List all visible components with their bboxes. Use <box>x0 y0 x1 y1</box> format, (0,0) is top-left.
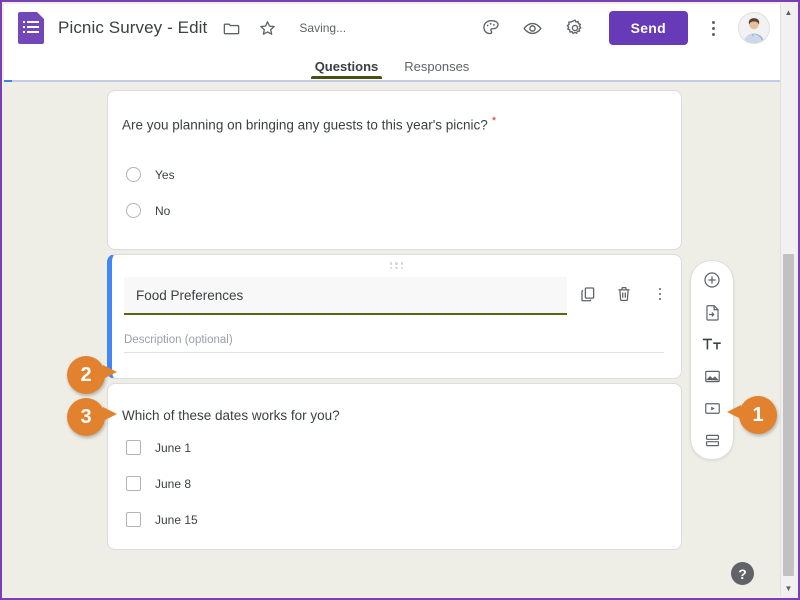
add-item-toolbar <box>690 260 734 460</box>
option-row[interactable]: June 1 <box>126 440 191 455</box>
duplicate-icon[interactable] <box>577 283 599 305</box>
add-title-description-icon[interactable] <box>698 332 726 356</box>
gear-icon[interactable] <box>563 16 587 40</box>
question-title: Are you planning on bringing any guests … <box>122 115 496 133</box>
form-editor-canvas: Are you planning on bringing any guests … <box>4 82 780 596</box>
scrollbar-thumb[interactable] <box>783 254 794 576</box>
question-title: Which of these dates works for you? <box>122 408 340 423</box>
option-label: No <box>155 203 171 218</box>
radio-button-icon[interactable] <box>126 203 141 218</box>
kebab-menu-icon[interactable] <box>702 16 724 40</box>
question-description-input[interactable]: Description (optional) <box>124 327 664 353</box>
callout-badge-2: 2 <box>67 356 117 394</box>
add-question-icon[interactable] <box>698 268 726 292</box>
callout-badge-1: 1 <box>727 396 777 434</box>
question-card-guests[interactable]: Are you planning on bringing any guests … <box>107 90 682 250</box>
tab-questions[interactable]: Questions <box>310 59 382 79</box>
option-label: June 1 <box>155 440 192 455</box>
header-top-row: Picnic Survey - Edit Saving... Send <box>4 4 780 52</box>
option-row[interactable]: Yes <box>126 167 175 182</box>
scroll-up-arrow-icon[interactable]: ▲ <box>781 4 796 20</box>
checkbox-icon[interactable] <box>126 476 141 491</box>
more-options-icon[interactable] <box>649 283 671 305</box>
question-title-input[interactable]: Food Preferences <box>124 277 567 315</box>
option-row[interactable]: June 8 <box>126 476 191 491</box>
browser-window: Picnic Survey - Edit Saving... Send Ques… <box>0 0 800 600</box>
required-marker: * <box>491 115 497 127</box>
option-label: Yes <box>155 167 175 182</box>
folder-icon[interactable] <box>219 16 243 40</box>
tab-bar: Questions Responses <box>4 52 780 79</box>
delete-icon[interactable] <box>613 283 635 305</box>
vertical-scrollbar[interactable]: ▲ ▼ <box>780 4 796 596</box>
checkbox-icon[interactable] <box>126 440 141 455</box>
google-forms-icon <box>18 12 44 44</box>
question-card-dates[interactable]: Which of these dates works for you? June… <box>107 383 682 550</box>
drag-handle-icon[interactable] <box>389 262 404 269</box>
question-title-text: Are you planning on bringing any guests … <box>122 117 488 133</box>
callout-badge-3: 3 <box>67 398 117 436</box>
option-label: June 8 <box>155 476 192 491</box>
add-video-icon[interactable] <box>698 396 726 420</box>
save-status: Saving... <box>299 21 347 35</box>
scroll-down-arrow-icon[interactable]: ▼ <box>781 580 796 596</box>
help-button[interactable]: ? <box>731 562 754 585</box>
tab-responses[interactable]: Responses <box>404 59 469 79</box>
star-icon[interactable] <box>255 16 279 40</box>
checkbox-icon[interactable] <box>126 512 141 527</box>
import-questions-icon[interactable] <box>698 300 726 324</box>
option-row[interactable]: No <box>126 203 170 218</box>
option-label: June 15 <box>155 512 198 527</box>
header-actions: Send <box>461 11 770 45</box>
add-section-icon[interactable] <box>698 428 726 452</box>
app-header: Picnic Survey - Edit Saving... Send Ques… <box>4 4 780 80</box>
palette-icon[interactable] <box>479 16 503 40</box>
send-button[interactable]: Send <box>608 11 688 45</box>
page-title[interactable]: Picnic Survey - Edit <box>58 18 207 38</box>
option-row[interactable]: June 15 <box>126 512 198 527</box>
add-image-icon[interactable] <box>698 364 726 388</box>
radio-button-icon[interactable] <box>126 167 141 182</box>
eye-icon[interactable] <box>521 16 545 40</box>
card-action-bar <box>577 283 671 305</box>
question-card-food-preferences[interactable]: Food Preferences Description (optional) <box>107 254 682 379</box>
avatar[interactable] <box>738 12 770 44</box>
